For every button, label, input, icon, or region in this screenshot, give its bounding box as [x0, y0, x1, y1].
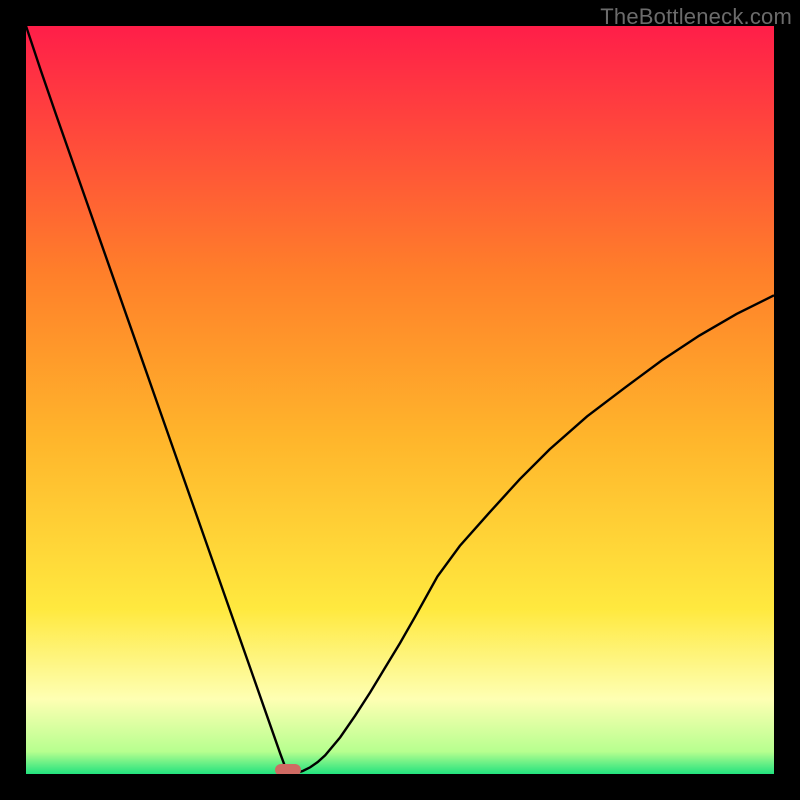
chart-frame: TheBottleneck.com	[0, 0, 800, 800]
bottleneck-curve	[26, 26, 774, 774]
plot-area	[26, 26, 774, 774]
optimal-point-marker	[275, 764, 301, 774]
